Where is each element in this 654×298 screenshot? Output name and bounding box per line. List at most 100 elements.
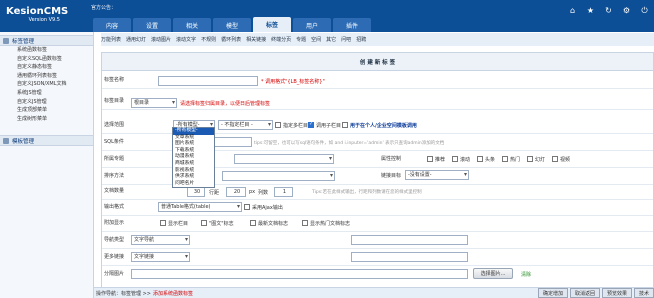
tab-1[interactable]: 设置 <box>133 18 171 32</box>
dir-select[interactable]: 根目录 <box>131 98 177 108</box>
row-space-input[interactable]: 20 <box>226 187 246 197</box>
nav-select[interactable]: 文字导航 <box>131 235 190 245</box>
refresh-icon[interactable]: ↻ <box>604 6 613 16</box>
bottom-button[interactable]: 确定增加 <box>537 288 568 298</box>
row-more: 更多链接 文字链接 <box>102 249 653 266</box>
sidebar-item[interactable]: 系统JS管理 <box>0 89 93 98</box>
sidebar-section-label: 标签管理 <box>12 38 35 45</box>
sidebar: 标签管理 系统函数标签 自定义SQL函数标签 自定义静态标签 通用循环列表标签 自定义J… <box>0 32 94 298</box>
label: 分隔图片 <box>104 271 125 277</box>
sort-select[interactable] <box>222 171 335 181</box>
dropdown-option[interactable]: -所有模型- <box>173 128 214 135</box>
brand-name: KesionCMS <box>6 6 69 17</box>
special-select[interactable] <box>234 154 334 164</box>
multi-column-label: 指定多栏目 <box>283 123 309 129</box>
subnav-item[interactable]: 专题 <box>296 36 306 43</box>
attr-checkbox[interactable] <box>552 156 558 162</box>
subnav-item[interactable]: 其它 <box>326 36 336 43</box>
show-checkbox[interactable] <box>302 220 308 226</box>
attr-checkbox[interactable] <box>477 156 483 162</box>
dropdown-option[interactable]: 供求系统 <box>173 174 214 181</box>
label: 输出格式 <box>104 204 125 210</box>
dir-hint: 请选择标签归属目录，以便日后管理标签 <box>180 101 271 107</box>
row-show: 附加显示 显示栏目 "图文"标志 最新文档标志 显示热门文档标志 <box>102 215 653 232</box>
target-label: 链接目标 <box>381 173 402 179</box>
tab-2[interactable]: 相关 <box>173 18 211 32</box>
attr-label: 热门 <box>510 157 521 163</box>
gear-icon[interactable]: ⚙ <box>622 6 631 16</box>
attr-label: 滚动 <box>460 157 471 163</box>
clear-link[interactable]: 清除 <box>521 271 531 278</box>
sql-tip: tips:可留空，也可以写sql语句条件，如 and i.inputer='ad… <box>254 141 445 146</box>
tab-5[interactable]: 用户 <box>293 18 331 32</box>
brand-version: Version V9.5 <box>28 17 60 23</box>
subnav-item[interactable]: 相关链接 <box>246 36 266 43</box>
sidebar-item[interactable]: 生成树形菜单 <box>0 115 93 124</box>
subnav-item[interactable]: 循环列表 <box>221 36 241 43</box>
bottom-button[interactable]: 预览效果 <box>601 288 632 298</box>
attr-checkbox[interactable] <box>452 156 458 162</box>
label: 标签名称 <box>104 77 125 83</box>
count-input[interactable]: 30 <box>187 187 205 197</box>
star-icon[interactable]: ★ <box>586 6 595 16</box>
ajax-checkbox[interactable] <box>244 204 250 210</box>
label: 所属专题 <box>104 156 125 162</box>
show-checkbox[interactable] <box>201 220 207 226</box>
label: 附加显示 <box>104 220 125 226</box>
home-icon[interactable]: ⌂ <box>568 6 577 16</box>
notice-text: 官方公告： <box>91 5 117 11</box>
tab-6[interactable]: 插件 <box>333 18 371 32</box>
sub-column-checkbox[interactable] <box>308 121 314 128</box>
multi-column-checkbox[interactable] <box>275 122 281 128</box>
row-nav: 导航类型 文字导航 <box>102 232 653 249</box>
subnav-item[interactable]: 问吧 <box>341 36 351 43</box>
sidebar-item[interactable]: 生成顶部菜单 <box>0 106 93 115</box>
tab-3[interactable]: 模型 <box>213 18 251 32</box>
subnav-item[interactable]: 不规则 <box>201 36 216 43</box>
sidebar-section-label: 模板管理 <box>12 138 35 145</box>
subnav-item[interactable]: 滚动图片 <box>151 36 171 43</box>
attr-checkbox[interactable] <box>527 156 533 162</box>
sidebar-item[interactable]: 自定义SQL函数标签 <box>0 55 93 64</box>
bottom-button[interactable]: 取消返回 <box>569 288 600 298</box>
more-select[interactable]: 文字链接 <box>131 252 190 262</box>
more-text-input[interactable] <box>351 252 468 262</box>
sidebar-section-templates[interactable]: 模板管理 <box>0 135 93 147</box>
output-select[interactable]: 普通Table格式(table) <box>158 202 242 212</box>
subnav-item[interactable]: 空间 <box>311 36 321 43</box>
attr-checkbox[interactable] <box>502 156 508 162</box>
dropdown-option[interactable]: 商城系统 <box>173 161 214 168</box>
image-path-input[interactable] <box>131 269 468 279</box>
attr-checkbox[interactable] <box>427 156 433 162</box>
dropdown-option[interactable]: 图片系统 <box>173 141 214 148</box>
sidebar-item[interactable]: 通用循环列表标签 <box>0 72 93 81</box>
subnav-item[interactable]: 招聘 <box>356 36 366 43</box>
column-select[interactable]: - 不指定栏目 - <box>218 120 273 130</box>
name-hint: * 调用格式"{LB_标签名称}" <box>261 79 325 85</box>
count-tip: Tips:若在此样式输出，行距和列数请在您的样式里控制 <box>312 190 422 195</box>
col-count-input[interactable]: 1 <box>274 187 293 197</box>
sidebar-item[interactable]: 自定义JS管理 <box>0 98 93 107</box>
show-checkbox[interactable] <box>160 220 166 226</box>
subnav-item[interactable]: 通用幻灯 <box>126 36 146 43</box>
tab-4[interactable]: 标签 <box>253 17 291 32</box>
subnav-item[interactable]: 滚动文字 <box>176 36 196 43</box>
tab-0[interactable]: 内容 <box>93 18 131 32</box>
tag-name-input[interactable] <box>158 76 258 86</box>
dropdown-option[interactable]: 问吧名片 <box>173 181 214 188</box>
bottom-button[interactable]: 技术 <box>633 288 654 298</box>
subnav-item[interactable]: 万能列表 <box>101 36 121 43</box>
space-template-checkbox[interactable] <box>342 122 348 128</box>
sidebar-item[interactable]: 自定义静态标签 <box>0 63 93 72</box>
sidebar-section-tags[interactable]: 标签管理 <box>0 35 93 46</box>
top-header: KesionCMS Version V9.5 官方公告： 内容 设置 相关 模型 标签用… <box>0 0 654 32</box>
sidebar-item[interactable]: 系统函数标签 <box>0 46 93 55</box>
power-icon[interactable]: ⏻ <box>640 6 649 16</box>
nav-text-input[interactable] <box>351 235 468 245</box>
pick-image-button[interactable]: 选择图片... <box>473 268 513 279</box>
sidebar-item[interactable]: 自定义JSON/XML文档 <box>0 80 93 89</box>
subnav-item[interactable]: 终端分页 <box>271 36 291 43</box>
target-select[interactable]: -没有设置- <box>405 170 469 180</box>
dropdown-option[interactable]: 动漫系统 <box>173 154 214 161</box>
show-checkbox[interactable] <box>250 220 256 226</box>
